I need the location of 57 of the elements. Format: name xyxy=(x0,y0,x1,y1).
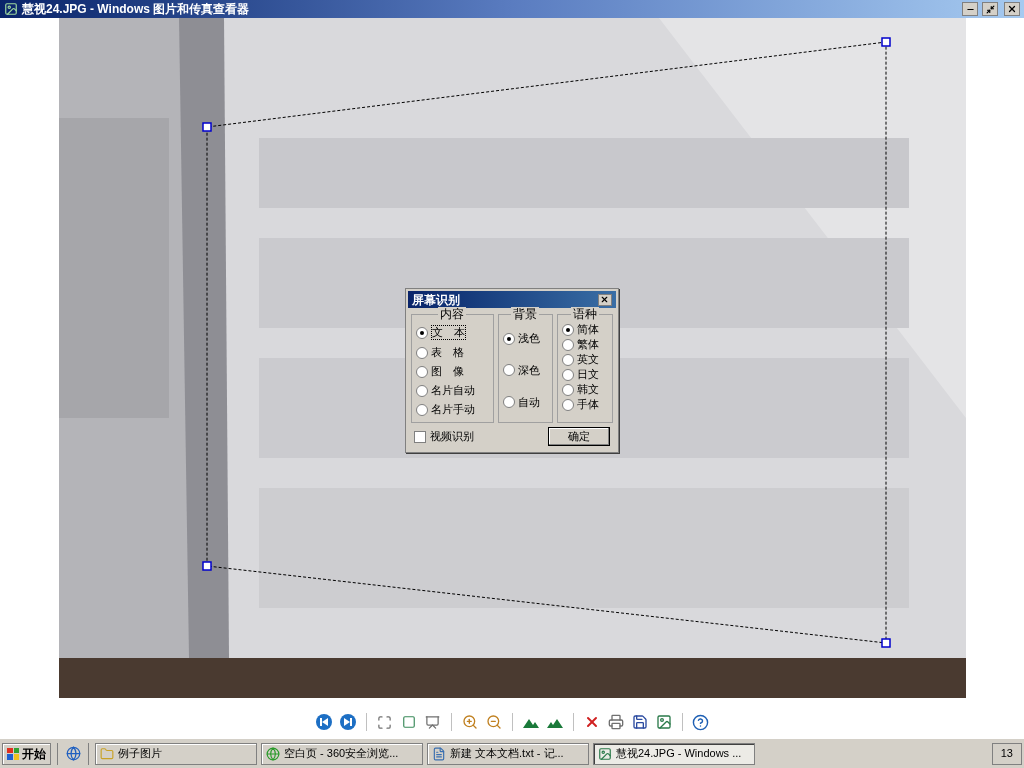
window-title: 慧视24.JPG - Windows 图片和传真查看器 xyxy=(22,1,251,18)
radio-option[interactable]: 手体 xyxy=(562,398,608,411)
close-icon xyxy=(1007,4,1017,14)
radio-option[interactable]: 简体 xyxy=(562,323,608,336)
taskbar-button[interactable]: 空白页 - 360安全浏览... xyxy=(261,742,423,765)
quick-launch-icon[interactable] xyxy=(64,744,82,763)
radio-button[interactable] xyxy=(415,346,428,359)
taskbar-button[interactable]: 例子图片 xyxy=(95,742,257,765)
radio-option[interactable]: 日文 xyxy=(562,368,608,381)
radio-button[interactable] xyxy=(562,323,575,336)
help-icon[interactable] xyxy=(690,712,711,732)
close-icon xyxy=(600,295,609,304)
app-icon xyxy=(4,2,18,16)
radio-button[interactable] xyxy=(562,383,575,396)
radio-option[interactable]: 繁体 xyxy=(562,338,608,351)
radio-button[interactable] xyxy=(502,332,515,345)
radio-button[interactable] xyxy=(415,403,428,416)
taskbar-button[interactable]: 新建 文本文档.txt - 记... xyxy=(427,742,589,765)
radio-option[interactable]: 图 像 xyxy=(415,363,489,380)
radio-button[interactable] xyxy=(562,368,575,381)
radio-option[interactable]: 名片自动 xyxy=(415,382,489,399)
radio-option[interactable]: 文 本 xyxy=(415,323,489,342)
radio-option[interactable]: 自动 xyxy=(502,395,549,409)
radio-button[interactable] xyxy=(562,353,575,366)
radio-option[interactable]: 浅色 xyxy=(502,332,549,346)
restore-icon xyxy=(985,4,995,14)
windows-logo-icon xyxy=(7,747,19,760)
group-label: 内容 xyxy=(438,307,467,321)
radio-option[interactable]: 名片手动 xyxy=(415,401,489,418)
radio-button[interactable] xyxy=(502,364,515,377)
radio-button[interactable] xyxy=(562,338,575,351)
checkbox-option[interactable]: 视频识别 xyxy=(413,428,474,445)
radio-option[interactable]: 表 格 xyxy=(415,344,489,361)
close-button[interactable] xyxy=(1004,2,1020,16)
radio-button[interactable] xyxy=(415,365,428,378)
radio-button[interactable] xyxy=(415,384,428,397)
radio-button[interactable] xyxy=(415,326,428,339)
radio-option[interactable]: 英文 xyxy=(562,353,608,366)
group-label: 背景 xyxy=(511,307,540,321)
image-icon xyxy=(598,746,612,761)
notepad-icon xyxy=(432,746,446,761)
radio-button[interactable] xyxy=(502,396,515,409)
start-button[interactable]: 开始 xyxy=(2,742,51,765)
radio-option[interactable]: 韩文 xyxy=(562,383,608,396)
globe-icon xyxy=(266,746,280,761)
folder-icon xyxy=(100,746,114,761)
radio-button[interactable] xyxy=(562,398,575,411)
checkbox[interactable] xyxy=(413,430,426,443)
close-button[interactable] xyxy=(597,293,612,306)
taskbar-button[interactable]: 慧视24.JPG - Windows ... xyxy=(593,742,755,765)
ok-button[interactable]: 确定 xyxy=(547,427,610,446)
dialog-title: 屏幕识别 xyxy=(411,291,461,308)
minimize-button[interactable] xyxy=(962,2,978,16)
clock: 13 xyxy=(991,742,1022,765)
radio-option[interactable]: 深色 xyxy=(502,364,549,377)
restore-button[interactable] xyxy=(982,2,998,16)
group-label: 语种 xyxy=(570,307,599,321)
